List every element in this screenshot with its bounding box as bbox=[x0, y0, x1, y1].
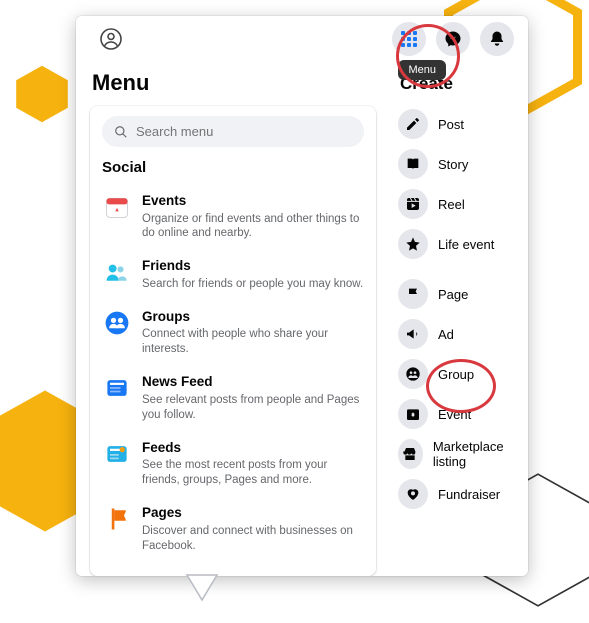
menu-item-friends[interactable]: Friends Search for friends or people you… bbox=[102, 249, 364, 299]
create-label: Story bbox=[438, 157, 468, 172]
event-icon bbox=[405, 406, 421, 422]
create-label: Ad bbox=[438, 327, 454, 342]
menu-item-label: Feeds bbox=[142, 439, 364, 457]
groups-icon bbox=[102, 308, 132, 338]
create-group[interactable]: Group bbox=[392, 354, 524, 394]
reel-icon bbox=[405, 196, 421, 212]
events-icon bbox=[102, 192, 132, 222]
menu-item-desc: Discover and connect with businesses on … bbox=[142, 524, 364, 554]
menu-item-desc: Organize or find events and other things… bbox=[142, 212, 364, 242]
menu-item-events[interactable]: Events Organize or find events and other… bbox=[102, 184, 364, 249]
create-fundraiser[interactable]: Fundraiser bbox=[392, 474, 524, 514]
search-input-wrapper[interactable] bbox=[102, 116, 364, 147]
menu-item-feeds[interactable]: Feeds See the most recent posts from you… bbox=[102, 431, 364, 496]
profile-button[interactable] bbox=[98, 26, 124, 52]
callout-pointer bbox=[182, 570, 222, 615]
create-label: Fundraiser bbox=[438, 487, 500, 502]
menu-item-pages[interactable]: Pages Discover and connect with business… bbox=[102, 496, 364, 561]
create-event[interactable]: Event bbox=[392, 394, 524, 434]
notifications-button[interactable] bbox=[480, 22, 514, 56]
shop-icon bbox=[402, 446, 418, 462]
friends-icon bbox=[102, 257, 132, 287]
create-marketplace[interactable]: Marketplace listing bbox=[392, 434, 524, 474]
create-story[interactable]: Story bbox=[392, 144, 524, 184]
decor-hex-small bbox=[12, 64, 72, 124]
megaphone-icon bbox=[405, 326, 421, 342]
menu-item-desc: See the most recent posts from your frie… bbox=[142, 458, 364, 488]
feeds-icon bbox=[102, 439, 132, 469]
create-post[interactable]: Post bbox=[392, 104, 524, 144]
create-label: Life event bbox=[438, 237, 494, 252]
create-reel[interactable]: Reel bbox=[392, 184, 524, 224]
menu-item-desc: See relevant posts from people and Pages… bbox=[142, 393, 364, 423]
menu-item-desc: Connect with people who share your inter… bbox=[142, 327, 364, 357]
pages-icon bbox=[102, 504, 132, 534]
search-icon bbox=[114, 125, 128, 139]
profile-icon bbox=[98, 26, 124, 52]
menu-item-label: Events bbox=[142, 192, 364, 210]
menu-item-label: Pages bbox=[142, 504, 364, 522]
create-panel: Create Post Story Reel Life event Page bbox=[386, 62, 528, 576]
menu-item-label: News Feed bbox=[142, 373, 364, 391]
book-icon bbox=[405, 156, 421, 172]
topbar: Menu bbox=[76, 16, 528, 62]
menu-item-label: Friends bbox=[142, 257, 364, 275]
star-icon bbox=[405, 236, 421, 252]
menu-tooltip: Menu bbox=[398, 60, 446, 80]
menu-title: Menu bbox=[90, 68, 376, 106]
messenger-icon bbox=[444, 30, 462, 48]
newsfeed-icon bbox=[102, 373, 132, 403]
create-label: Marketplace listing bbox=[433, 439, 522, 469]
menu-item-label: Groups bbox=[142, 308, 364, 326]
create-label: Event bbox=[438, 407, 471, 422]
apps-grid-icon bbox=[401, 31, 417, 47]
menu-list-card: Social Events Organize or find events an… bbox=[90, 106, 376, 576]
menu-panel: Menu Menu Social Events Organize or find… bbox=[76, 16, 528, 576]
menu-item-groups[interactable]: Groups Connect with people who share you… bbox=[102, 300, 364, 365]
create-label: Post bbox=[438, 117, 464, 132]
create-label: Page bbox=[438, 287, 468, 302]
edit-icon bbox=[405, 116, 421, 132]
menu-apps-button[interactable] bbox=[392, 22, 426, 56]
bell-icon bbox=[488, 30, 506, 48]
menu-item-desc: Search for friends or people you may kno… bbox=[142, 277, 364, 292]
create-ad[interactable]: Ad bbox=[392, 314, 524, 354]
messenger-button[interactable] bbox=[436, 22, 470, 56]
create-label: Reel bbox=[438, 197, 465, 212]
menu-item-newsfeed[interactable]: News Feed See relevant posts from people… bbox=[102, 365, 364, 430]
create-label: Group bbox=[438, 367, 474, 382]
create-page[interactable]: Page bbox=[392, 274, 524, 314]
section-title-social: Social bbox=[102, 159, 364, 176]
create-life-event[interactable]: Life event bbox=[392, 224, 524, 264]
flag-icon bbox=[405, 286, 421, 302]
heart-icon bbox=[405, 486, 421, 502]
search-input[interactable] bbox=[136, 124, 352, 139]
group-icon bbox=[405, 366, 421, 382]
